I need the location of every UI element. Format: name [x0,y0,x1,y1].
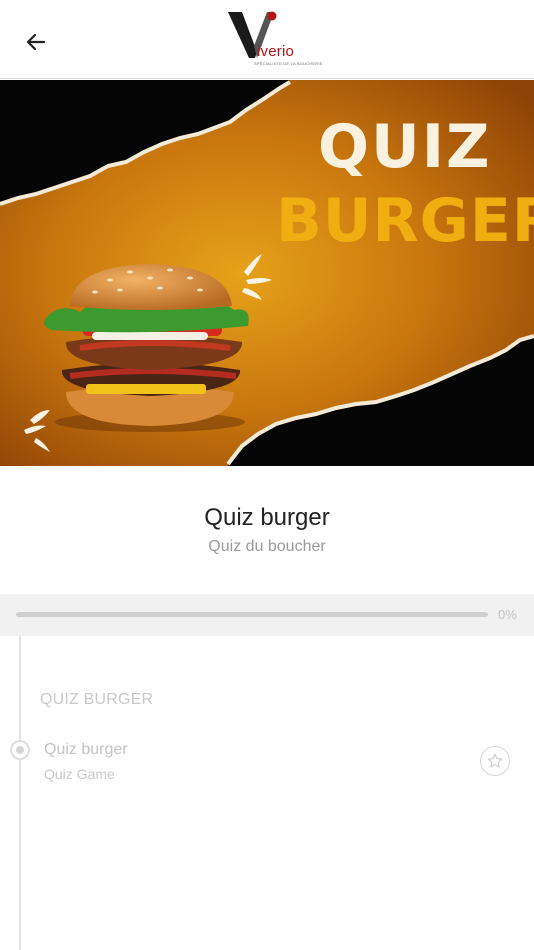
course-subtitle: Quiz du boucher [208,538,326,555]
course-banner: QUIZ BURGER [0,80,534,466]
app-header: iverio SPÉCIALISTE DE LA BOUCHERIE [0,0,534,79]
course-title: Quiz burger [204,504,330,531]
list-item[interactable]: Quiz burger Quiz Game [0,736,534,788]
arrow-left-icon [26,33,46,51]
star-icon [487,753,503,768]
timeline-line [19,636,21,950]
favorite-button[interactable] [480,746,510,776]
banner-title-line2: BURGER [276,186,534,256]
item-subtitle: Quiz Game [44,766,115,782]
logo-wordmark: iverio [257,43,295,60]
viverio-logo: iverio SPÉCIALISTE DE LA BOUCHERIE [224,8,322,70]
logo-tagline: SPÉCIALISTE DE LA BOUCHERIE [254,61,323,66]
item-title: Quiz burger [44,741,128,758]
radio-dot-icon [10,740,30,760]
back-button[interactable] [18,24,54,60]
progress-percent: 0% [498,607,517,622]
banner-title-line1: QUIZ [318,112,492,182]
progress-section: 0% [0,594,534,636]
section-title: QUIZ BURGER [40,691,154,708]
progress-bar [16,612,488,617]
